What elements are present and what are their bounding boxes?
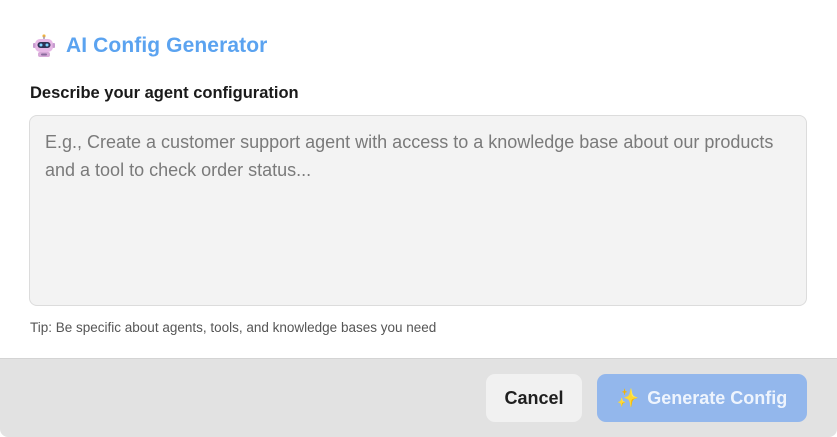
- dialog-header: AI Config Generator: [32, 32, 267, 60]
- dialog-title: AI Config Generator: [66, 34, 268, 57]
- sparkles-icon: ✨: [616, 388, 640, 408]
- cancel-button-label: Cancel: [504, 387, 564, 408]
- description-label: Describe your agent configuration: [30, 84, 299, 102]
- generate-config-button[interactable]: ✨ Generate Config: [597, 374, 807, 422]
- cancel-button[interactable]: Cancel: [486, 374, 582, 422]
- dialog-body: AI Config Generator Describe your agent …: [0, 0, 837, 358]
- dialog-footer: Cancel ✨ Generate Config: [0, 358, 837, 437]
- robot-icon: [32, 34, 56, 58]
- description-textarea[interactable]: [29, 115, 807, 306]
- tip-text: Tip: Be specific about agents, tools, an…: [30, 320, 437, 335]
- generate-config-button-label: Generate Config: [647, 387, 788, 408]
- ai-config-dialog: AI Config Generator Describe your agent …: [0, 0, 837, 437]
